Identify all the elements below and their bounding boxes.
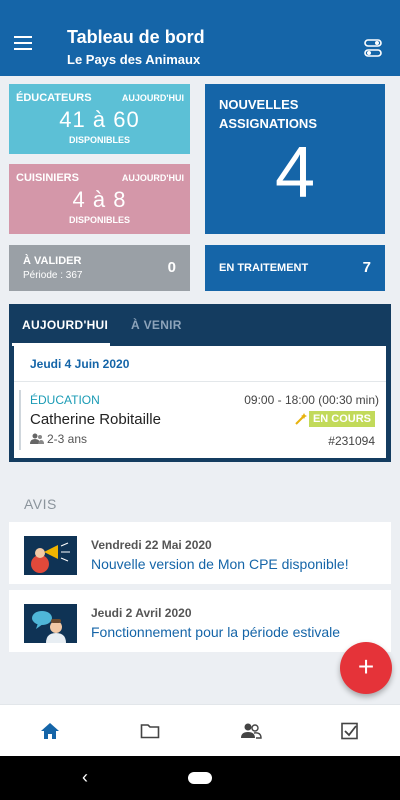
- plus-icon: +: [357, 651, 375, 682]
- employee-name: Catherine Robitaille: [30, 411, 161, 428]
- notice-title: Fonctionnement pour la période estivale: [91, 624, 341, 640]
- notice-date: Vendredi 22 Mai 2020: [91, 538, 212, 552]
- status-badge: EN COURS: [308, 411, 375, 427]
- educators-value: 41 à 60: [59, 107, 140, 132]
- shift-accent-bar: [19, 390, 21, 450]
- nav-people[interactable]: [200, 705, 300, 757]
- notice-item[interactable]: Jeudi 2 Avril 2020 Fonctionnement pour l…: [9, 590, 391, 652]
- shift-group-label: 2-3 ans: [47, 432, 88, 446]
- nav-tasks[interactable]: [300, 705, 400, 757]
- educators-period: AUJOURD'HUI: [121, 93, 184, 103]
- notice-thumbnail: [24, 604, 77, 643]
- cooks-value: 4 à 8: [72, 187, 127, 212]
- page-title: Tableau de bord: [67, 27, 205, 47]
- notices-heading: AVIS: [24, 496, 57, 512]
- toggles-icon[interactable]: [364, 38, 382, 58]
- tab-upcoming[interactable]: À VENIR: [131, 318, 182, 332]
- shift-category: ÉDUCATION: [30, 393, 100, 407]
- notice-title: Nouvelle version de Mon CPE disponible!: [91, 556, 349, 572]
- day-card: Jeudi 4 Juin 2020 ÉDUCATION 09:00 - 18:0…: [14, 346, 386, 458]
- tab-today[interactable]: AUJOURD'HUI: [22, 318, 108, 332]
- megaphone-illustration-icon: [24, 536, 77, 575]
- page-subtitle: Le Pays des Animaux: [67, 52, 201, 67]
- system-home-button[interactable]: [188, 772, 212, 784]
- magic-wand-icon: [295, 413, 307, 425]
- new-assignments-tile[interactable]: NOUVELLES ASSIGNATIONS 4: [205, 84, 385, 234]
- new-assignments-count: 4: [274, 133, 316, 213]
- educators-label: ÉDUCATEURS: [16, 92, 92, 104]
- divider: [14, 381, 386, 382]
- group-icon: [30, 433, 44, 444]
- educators-caption: DISPONIBLES: [68, 135, 130, 145]
- educators-tile[interactable]: ÉDUCATEURS AUJOURD'HUI 41 à 60 DISPONIBL…: [9, 84, 190, 154]
- shift-group: 2-3 ans: [30, 432, 87, 446]
- to-validate-count: 0: [167, 259, 176, 276]
- people-icon: [241, 723, 262, 739]
- back-icon[interactable]: ‹: [82, 767, 88, 788]
- to-validate-tile[interactable]: À VALIDER Période : 367 0: [9, 245, 190, 291]
- cooks-label: CUISINIERS: [16, 172, 79, 184]
- notice-thumbnail: [24, 536, 77, 575]
- notice-item[interactable]: Vendredi 22 Mai 2020 Nouvelle version de…: [9, 522, 391, 584]
- menu-icon[interactable]: [14, 36, 36, 54]
- cooks-tile[interactable]: CUISINIERS AUJOURD'HUI 4 à 8 DISPONIBLES: [9, 164, 190, 234]
- notice-date: Jeudi 2 Avril 2020: [91, 606, 192, 620]
- system-navigation-bar: ‹: [0, 756, 400, 800]
- nav-home[interactable]: [0, 705, 100, 757]
- nav-documents[interactable]: [100, 705, 200, 757]
- bottom-navigation: [0, 704, 400, 756]
- shift-id: #231094: [328, 434, 375, 448]
- checkbox-icon: [341, 722, 358, 740]
- app-bar: Tableau de bord Le Pays des Animaux: [0, 0, 400, 76]
- schedule-panel: AUJOURD'HUI À VENIR Jeudi 4 Juin 2020 ÉD…: [9, 304, 391, 462]
- speech-bubble-illustration-icon: [24, 604, 77, 643]
- processing-tile[interactable]: EN TRAITEMENT 7: [205, 245, 385, 291]
- day-date: Jeudi 4 Juin 2020: [30, 357, 130, 371]
- shift-time: 09:00 - 18:00 (00:30 min): [244, 393, 379, 407]
- add-button[interactable]: +: [340, 642, 392, 694]
- home-icon: [41, 723, 59, 739]
- to-validate-label: À VALIDER: [23, 255, 82, 267]
- cooks-caption: DISPONIBLES: [68, 215, 130, 225]
- folder-icon: [140, 724, 160, 739]
- processing-count: 7: [362, 259, 371, 276]
- cooks-period: AUJOURD'HUI: [121, 173, 184, 183]
- new-assignments-label: NOUVELLES ASSIGNATIONS: [219, 97, 317, 131]
- to-validate-period: Période : 367: [23, 270, 83, 281]
- processing-label: EN TRAITEMENT: [219, 262, 309, 274]
